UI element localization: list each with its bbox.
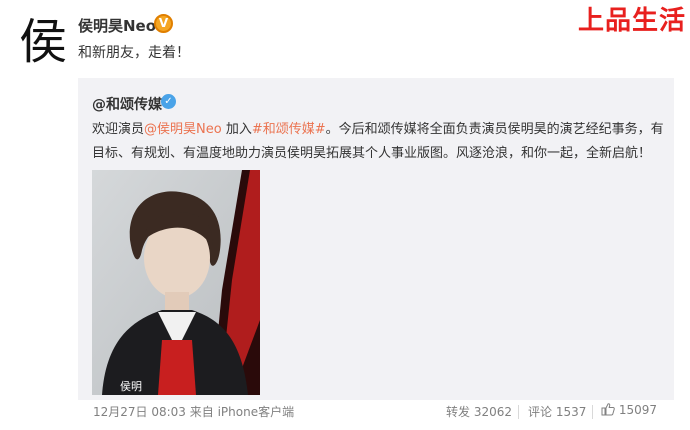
comment-button[interactable]: 评论 1537 [528, 403, 586, 420]
post-text: 和新朋友，走着！ [78, 45, 190, 61]
v-verified-icon: V [154, 14, 173, 33]
like-count: 15097 [618, 403, 658, 417]
post-photo[interactable]: 侯明 [92, 170, 260, 395]
repost-button[interactable]: 转发 32062 [446, 403, 512, 420]
username-link[interactable]: 侯明昊Neo [78, 15, 156, 36]
photo-caption: 侯明 [120, 380, 142, 393]
repost-container: @和颂传媒 ✓ 欢迎演员@侯明昊Neo 加入#和颂传媒#。今后和颂传媒将全面负责… [78, 78, 674, 400]
text-join: 加入 [221, 122, 252, 137]
post-time-source[interactable]: 12月27日 08:03 来自 iPhone客户端 [93, 403, 294, 420]
hashtag-link[interactable]: #和颂传媒# [252, 122, 326, 137]
avatar[interactable]: 侯 [14, 10, 72, 74]
thumbs-up-icon [601, 403, 615, 416]
post-footer: 12月27日 08:03 来自 iPhone客户端 转发 32062 评论 15… [0, 400, 690, 430]
original-post-text: 欢迎演员@侯明昊Neo 加入#和颂传媒#。今后和颂传媒将全面负责演员侯明昊的演艺… [92, 118, 666, 166]
mention-link[interactable]: @侯明昊Neo [144, 122, 222, 137]
portrait-illustration [92, 170, 260, 395]
watermark-text: 上品生活 [577, 6, 686, 36]
blue-verified-icon: ✓ [161, 94, 176, 109]
divider [592, 405, 593, 419]
like-button[interactable]: 15097 [601, 403, 657, 417]
divider [518, 405, 519, 419]
original-author-link[interactable]: @和颂传媒 [92, 94, 162, 114]
text-prefix: 欢迎演员 [92, 122, 145, 137]
